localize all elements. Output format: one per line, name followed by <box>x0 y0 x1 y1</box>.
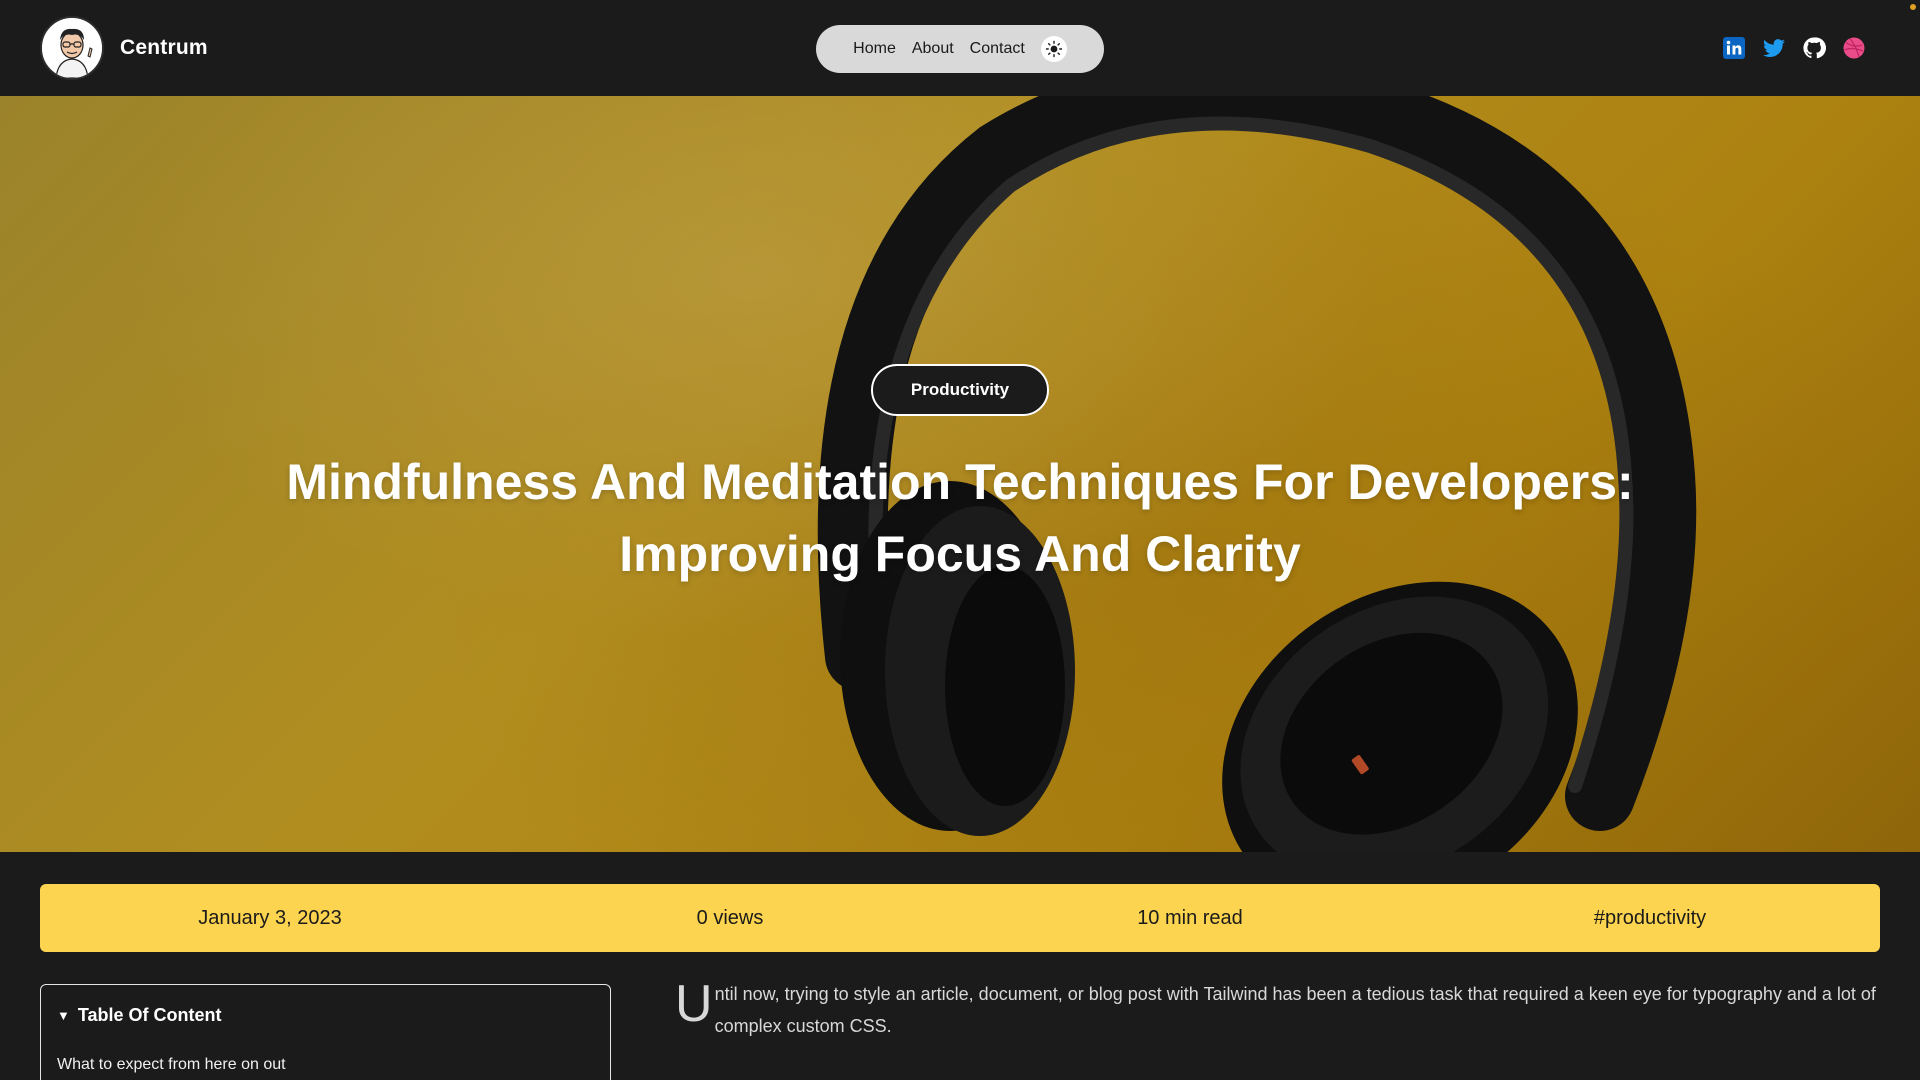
paragraph-text: ntil now, trying to style an article, do… <box>714 984 1876 1036</box>
nav-home-link[interactable]: Home <box>853 40 896 58</box>
drop-cap: U <box>675 975 713 1033</box>
toc-item[interactable]: What to expect from here on out <box>57 1056 594 1074</box>
linkedin-link[interactable] <box>1722 36 1746 60</box>
caret-down-icon: ▼ <box>57 1008 70 1023</box>
brand-name: Centrum <box>120 36 208 59</box>
category-badge[interactable]: Productivity <box>871 364 1049 416</box>
dribbble-link[interactable] <box>1842 36 1866 60</box>
article-body: Until now, trying to style an article, d… <box>675 978 1880 1042</box>
tag-link[interactable]: #productivity <box>1420 907 1880 930</box>
linkedin-icon <box>1723 37 1745 59</box>
toc-title: Table Of Content <box>77 1005 222 1025</box>
notification-dot <box>1910 4 1916 10</box>
github-icon <box>1803 37 1826 59</box>
main-nav: Home About Contact <box>816 25 1104 73</box>
brand-link[interactable]: Centrum <box>40 16 208 80</box>
table-of-contents: ▼ Table Of Content What to expect from h… <box>40 984 611 1080</box>
read-time: 10 min read <box>1137 906 1243 929</box>
nav-contact-link[interactable]: Contact <box>970 40 1025 58</box>
nav-about-link[interactable]: About <box>912 40 954 58</box>
avatar <box>40 16 104 80</box>
article-meta-bar: January 3, 2023 0 views 10 min read #pro… <box>40 884 1880 952</box>
theme-toggle-button[interactable] <box>1040 36 1067 62</box>
sun-icon <box>1045 40 1063 58</box>
hero-banner: Productivity Mindfulness And Meditation … <box>0 96 1920 852</box>
avatar-illustration-icon <box>42 18 102 78</box>
toc-toggle[interactable]: ▼ Table Of Content <box>57 1005 594 1026</box>
github-link[interactable] <box>1802 36 1826 60</box>
twitter-link[interactable] <box>1762 36 1786 60</box>
article-title: Mindfulness And Meditation Techniques Fo… <box>286 454 1634 582</box>
social-links <box>1722 36 1866 60</box>
twitter-icon <box>1763 39 1785 58</box>
publish-date: January 3, 2023 <box>198 906 342 929</box>
view-count: 0 views <box>696 906 764 929</box>
dribbble-icon <box>1843 37 1865 59</box>
article-paragraph: Until now, trying to style an article, d… <box>675 978 1880 1042</box>
site-header: Centrum Home About Contact <box>0 0 1920 96</box>
